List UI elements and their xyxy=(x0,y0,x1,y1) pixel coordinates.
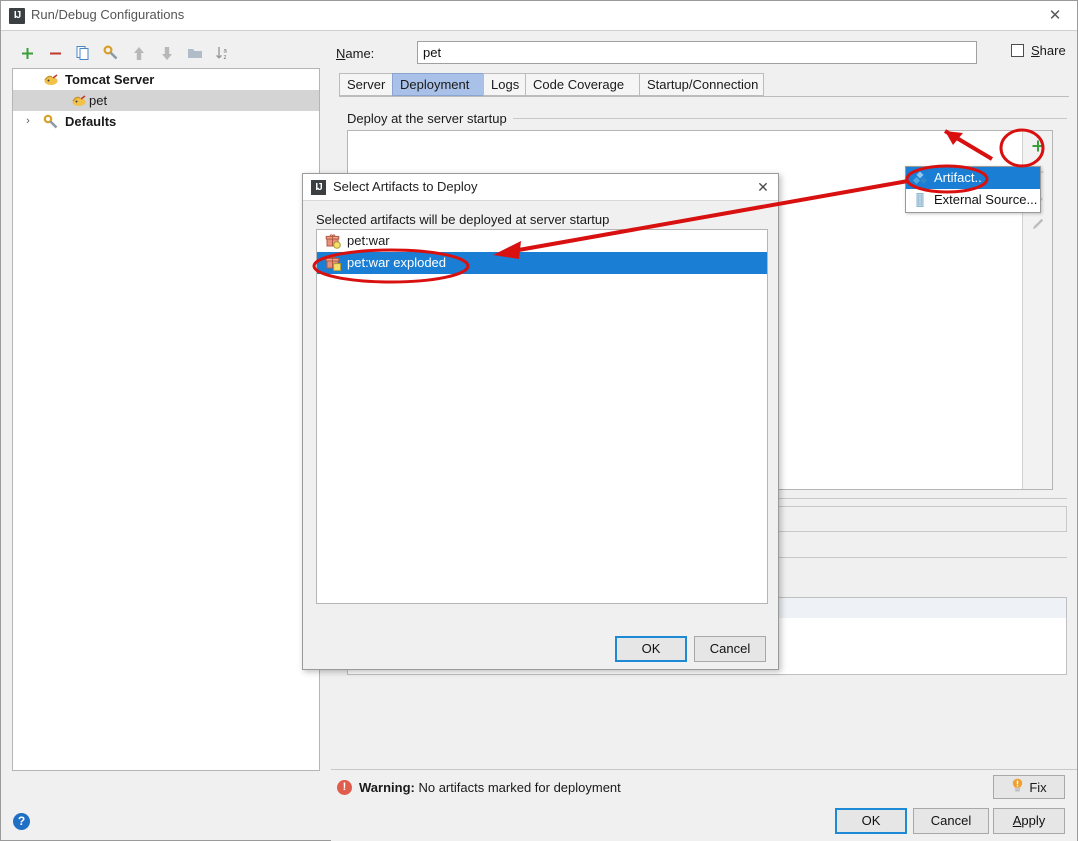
dialog-cancel-button[interactable]: Cancel xyxy=(694,636,766,662)
move-up-button[interactable] xyxy=(127,41,151,65)
tabs-divider xyxy=(339,96,1069,97)
fix-button[interactable]: Fix xyxy=(993,775,1065,799)
edit-templates-wrench-icon[interactable] xyxy=(99,41,123,65)
warning-icon: ! xyxy=(337,780,352,795)
tree-node-label: pet xyxy=(89,90,107,111)
deploy-group-title: Deploy at the server startup xyxy=(347,111,513,126)
tree-node-tomcat-server[interactable]: ⱟ Tomcat Server xyxy=(13,69,319,90)
tomcat-icon xyxy=(71,93,87,109)
move-down-button[interactable] xyxy=(155,41,179,65)
tree-node-label: Tomcat Server xyxy=(65,69,154,90)
wrench-icon xyxy=(43,114,59,130)
list-item-label: pet:war exploded xyxy=(347,252,446,274)
tree-node-pet[interactable]: pet xyxy=(13,90,319,111)
dialog-title: Select Artifacts to Deploy xyxy=(333,179,478,194)
close-icon[interactable]: ✕ xyxy=(1033,1,1077,30)
tab-logs[interactable]: Logs xyxy=(483,73,526,96)
list-item-label: pet:war xyxy=(347,230,390,252)
window-titlebar: IJ Run/Debug Configurations ✕ xyxy=(1,1,1077,31)
run-debug-configurations-window: IJ Run/Debug Configurations ✕ a z ⱟ Tomc… xyxy=(0,0,1078,841)
dialog-titlebar: IJ Select Artifacts to Deploy ✕ xyxy=(303,174,778,201)
share-label: Share xyxy=(1031,43,1066,58)
fix-label: Fix xyxy=(1029,780,1046,795)
artifacts-list[interactable]: pet:war pet:war exploded xyxy=(316,229,768,604)
svg-text:z: z xyxy=(224,55,227,61)
menu-item-label: External Source... xyxy=(934,192,1037,207)
intellij-idea-icon: IJ xyxy=(311,180,326,195)
intellij-idea-icon: IJ xyxy=(9,8,25,24)
tab-code-coverage[interactable]: Code Coverage xyxy=(525,73,640,96)
tree-node-label: Defaults xyxy=(65,111,116,132)
sort-alphabetically-button[interactable]: a z xyxy=(211,41,235,65)
lightbulb-icon xyxy=(1011,778,1024,796)
warning-message: No artifacts marked for deployment xyxy=(418,780,620,795)
name-label: Name: xyxy=(336,46,374,61)
help-button[interactable]: ? xyxy=(13,813,30,830)
artifact-war-icon xyxy=(325,233,341,249)
menu-item-label: Artifact.. xyxy=(934,170,982,185)
configurations-tree[interactable]: ⱟ Tomcat Server pet › Defaults xyxy=(12,68,320,771)
tomcat-icon xyxy=(43,72,59,88)
artifact-icon xyxy=(912,170,928,186)
share-checkbox[interactable] xyxy=(1011,44,1024,57)
dialog-subtitle: Selected artifacts will be deployed at s… xyxy=(316,212,609,227)
tab-server[interactable]: Server xyxy=(339,73,393,96)
add-artifact-popup-menu[interactable]: Artifact.. External Source... xyxy=(905,166,1041,213)
configurations-toolbar: a z xyxy=(11,39,323,67)
chevron-down-icon[interactable]: ⱟ xyxy=(21,69,35,90)
apply-button[interactable]: Apply xyxy=(993,808,1065,834)
cancel-button[interactable]: Cancel xyxy=(913,808,989,834)
artifact-war-exploded-icon xyxy=(325,255,341,271)
name-input[interactable] xyxy=(417,41,977,64)
tree-node-defaults[interactable]: › Defaults xyxy=(13,111,319,132)
chevron-right-icon[interactable]: › xyxy=(21,111,35,132)
menu-item-artifact[interactable]: Artifact.. xyxy=(906,167,1040,189)
remove-configuration-button[interactable] xyxy=(43,41,67,65)
add-configuration-button[interactable] xyxy=(15,41,39,65)
menu-item-external-source[interactable]: External Source... xyxy=(906,189,1040,211)
list-item[interactable]: pet:war xyxy=(317,230,767,252)
copy-configuration-button[interactable] xyxy=(71,41,95,65)
ok-button[interactable]: OK xyxy=(835,808,907,834)
dialog-button-row: OK Cancel xyxy=(303,636,778,666)
edit-artifact-pencil-icon[interactable] xyxy=(1026,212,1050,236)
folder-icon[interactable] xyxy=(183,41,207,65)
dialog-ok-button[interactable]: OK xyxy=(615,636,687,662)
tab-deployment[interactable]: Deployment xyxy=(392,73,484,96)
select-artifacts-dialog: IJ Select Artifacts to Deploy ✕ Selected… xyxy=(302,173,779,670)
external-source-icon xyxy=(912,192,928,208)
svg-text:a: a xyxy=(224,48,228,54)
tab-startup-connection[interactable]: Startup/Connection xyxy=(639,73,764,96)
close-icon[interactable]: ✕ xyxy=(752,177,774,198)
window-title: Run/Debug Configurations xyxy=(31,7,184,22)
warning-text: Warning: No artifacts marked for deploym… xyxy=(359,780,621,795)
add-artifact-button[interactable] xyxy=(1026,134,1050,158)
footer-separator xyxy=(331,769,1077,770)
list-item[interactable]: pet:war exploded xyxy=(317,252,767,274)
warning-prefix: Warning: xyxy=(359,780,415,795)
